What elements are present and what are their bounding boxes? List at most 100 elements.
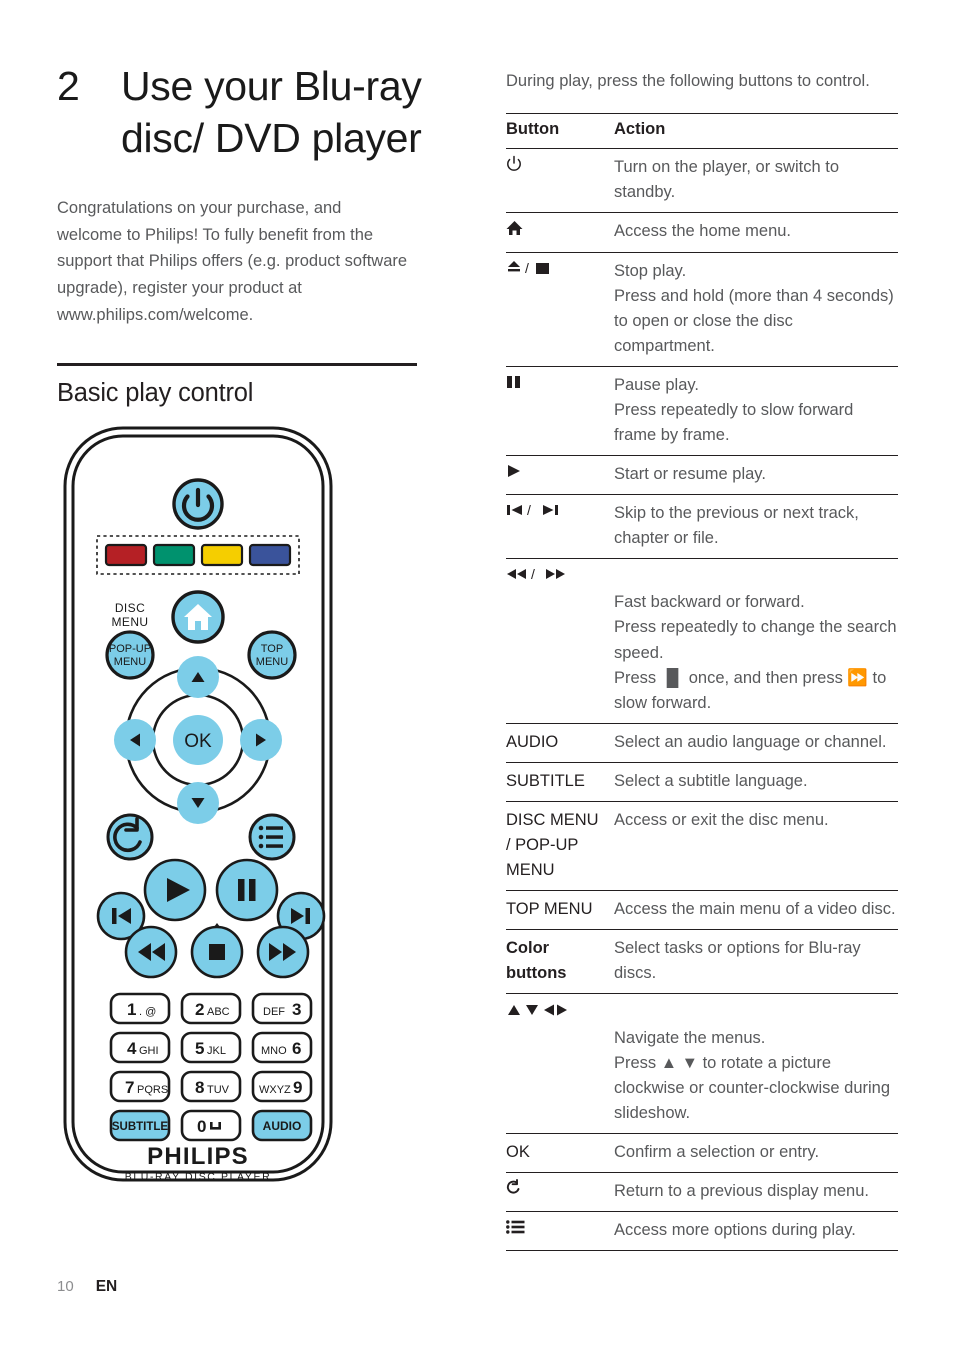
back-button [106, 813, 154, 861]
action-cell: Start or resume play. [614, 455, 898, 496]
action-cell: Stop play. Press and hold (more than 4 s… [614, 252, 898, 367]
button-action-table: Button Action Turn on the player, or swi… [506, 113, 898, 1252]
key-9: WXYZ 9 [251, 1070, 313, 1103]
svg-text:JKL: JKL [207, 1045, 226, 1057]
table-header-row: Button Action [506, 113, 898, 150]
chapter-heading: 2 Use your Blu-ray disc/ DVD player [57, 60, 447, 165]
svg-text:POP-UP: POP-UP [109, 643, 151, 655]
popup-menu-button: POP-UP MENU [105, 630, 155, 680]
section-divider [57, 362, 417, 367]
ok-button: OK [173, 715, 223, 766]
left-column: 2 Use your Blu-ray disc/ DVD player Cong… [57, 60, 447, 1192]
blue-button [248, 543, 292, 567]
svg-text:MNO: MNO [261, 1045, 287, 1057]
svg-text:4: 4 [127, 1039, 137, 1058]
button-cell [506, 148, 614, 214]
svg-text:PHILIPS: PHILIPS [147, 1143, 249, 1170]
key-3: DEF 3 [251, 992, 313, 1025]
action-cell: Turn on the player, or switch to standby… [614, 148, 898, 214]
action-cell: Skip to the previous or next track, chap… [614, 494, 898, 560]
svg-text:SUBTITLE: SUBTITLE [112, 1121, 169, 1133]
button-cell: Color buttons [506, 929, 614, 995]
action-cell: Select an audio language or channel. [614, 723, 898, 763]
table-row: AUDIO Select an audio language or channe… [506, 723, 898, 763]
button-cell: / [506, 252, 614, 367]
action-cell: Access the main menu of a video disc. [614, 890, 898, 931]
action-cell: Pause play. Press repeatedly to slow for… [614, 366, 898, 457]
audio-key: AUDIO [251, 1109, 313, 1142]
nav-up-button [177, 656, 219, 699]
svg-text:ABC: ABC [207, 1006, 230, 1018]
svg-text:1: 1 [127, 1000, 136, 1019]
table-row: / Stop play. Press and hold (more than 4… [506, 252, 898, 367]
action-cell: Select a subtitle language. [614, 762, 898, 802]
table-row: DISC MENU / POP-UP MENU Access or exit t… [506, 801, 898, 892]
home-icon [506, 221, 523, 236]
action-cell: Access the home menu. [614, 212, 898, 253]
button-cell: AUDIO [506, 723, 614, 763]
chapter-number: 2 [57, 63, 80, 109]
action-cell: Access or exit the disc menu. [614, 801, 898, 892]
svg-text:GHI: GHI [139, 1045, 159, 1057]
button-cell: / [506, 558, 614, 724]
page-footer: 10 EN [57, 1278, 117, 1296]
svg-text:/: / [525, 260, 529, 276]
stop-icon [209, 944, 225, 961]
triangle-left-icon [544, 1004, 554, 1016]
pause-button [215, 858, 279, 922]
right-column: During play, press the following buttons… [506, 68, 898, 1252]
svg-text:MENU: MENU [112, 615, 149, 629]
table-row: SUBTITLE Select a subtitle language. [506, 762, 898, 802]
fast-forward-icon [546, 569, 565, 580]
button-cell [506, 1172, 614, 1212]
nav-left-button [114, 719, 156, 762]
options-list-icon [506, 1220, 525, 1234]
page-number: 10 [57, 1278, 74, 1295]
svg-text:DEF: DEF [263, 1006, 285, 1018]
table-row: TOP MENU Access the main menu of a video… [506, 890, 898, 931]
key-6: MNO 6 [251, 1031, 313, 1064]
svg-text:. @: . @ [139, 1006, 156, 1018]
action-cell: Navigate the menus. Press ▲ ▼ to rotate … [614, 993, 898, 1134]
previous-track-icon [507, 505, 522, 516]
action-line-1: Fast backward or forward. Press repeated… [614, 593, 897, 712]
svg-text:TUV: TUV [207, 1084, 230, 1096]
triangle-up-icon [508, 1005, 520, 1016]
subtitle-key: SUBTITLE [109, 1109, 171, 1142]
table-row: Navigate the menus. Press ▲ ▼ to rotate … [506, 993, 898, 1134]
next-track-icon [543, 505, 558, 516]
remote-control-figure: DISC MENU POP-UP MENU TOP MENU OK 1 . @ … [57, 422, 447, 1192]
options-button [248, 813, 296, 861]
table-row: Access the home menu. [506, 212, 898, 253]
nav-down-button [177, 782, 219, 825]
button-cell [506, 212, 614, 253]
action-cell: Confirm a selection or entry. [614, 1133, 898, 1173]
button-cell: DISC MENU / POP-UP MENU [506, 801, 614, 892]
manual-page: 2 Use your Blu-ray disc/ DVD player Cong… [0, 0, 954, 1350]
philips-subbrand: BLU-RAY DISC PLAYER [124, 1171, 272, 1184]
svg-text:2: 2 [195, 1000, 204, 1019]
rewind-button [124, 925, 178, 979]
page-title: Use your Blu-ray disc/ DVD player [121, 63, 422, 162]
column-header-action: Action [614, 113, 898, 150]
play-button [143, 858, 207, 922]
svg-text:5: 5 [195, 1039, 204, 1058]
button-cell: OK [506, 1133, 614, 1173]
back-arrow-icon [506, 1178, 520, 1194]
svg-text:MENU: MENU [114, 656, 146, 668]
top-menu-button: TOP MENU [247, 630, 297, 680]
eject-icon [508, 260, 520, 271]
philips-brand: PHILIPS [147, 1143, 249, 1170]
action-cell: Return to a previous display menu. [614, 1172, 898, 1212]
svg-text:/: / [531, 566, 535, 582]
action-cell: Access more options during play. [614, 1211, 898, 1252]
options-list-icon [258, 825, 283, 849]
stop-button [190, 925, 244, 979]
table-row: / Fast backward or forward. Press repeat… [506, 558, 898, 724]
table-row: Pause play. Press repeatedly to slow for… [506, 366, 898, 457]
power-button [172, 478, 224, 530]
svg-text:6: 6 [292, 1039, 301, 1058]
key-1: 1 . @ [109, 992, 171, 1025]
button-cell: SUBTITLE [506, 762, 614, 802]
svg-text:AUDIO: AUDIO [263, 1119, 302, 1133]
